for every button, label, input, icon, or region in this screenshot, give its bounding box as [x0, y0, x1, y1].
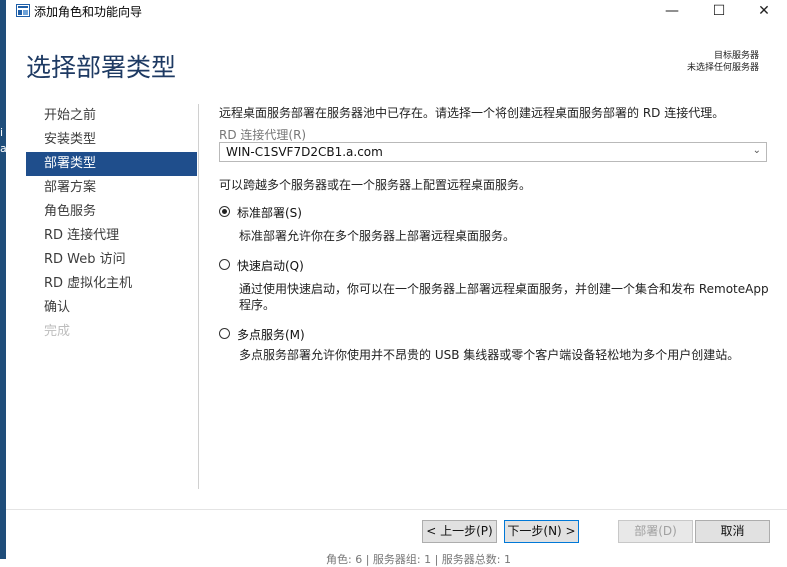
nav-step-rd-web-access[interactable]: RD Web 访问	[26, 248, 197, 272]
footer-divider	[6, 509, 787, 510]
nav-step-rd-virtualization-host[interactable]: RD 虚拟化主机	[26, 272, 197, 296]
nav-step-deployment-type[interactable]: 部署类型	[26, 152, 197, 176]
server-manager-icon	[16, 4, 30, 17]
chevron-down-icon[interactable]: ⌄	[753, 145, 761, 156]
radio-multipoint-services[interactable]	[219, 328, 230, 339]
broker-select-value: WIN-C1SVF7D2CB1.a.com	[226, 145, 383, 159]
nav-step-before-you-begin[interactable]: 开始之前	[26, 104, 197, 128]
wizard-step-nav: 开始之前 安装类型 部署类型 部署方案 角色服务 RD 连接代理 RD Web …	[26, 104, 197, 344]
desc-standard-deployment: 标准部署允许你在多个服务器上部署远程桌面服务。	[239, 229, 516, 243]
radio-standard-deployment[interactable]	[219, 206, 230, 217]
next-button[interactable]: 下一步(N) >	[504, 520, 579, 543]
radio-label-multipoint[interactable]: 多点服务(M)	[237, 326, 305, 343]
nav-step-confirmation[interactable]: 确认	[26, 296, 197, 320]
window-title: 添加角色和功能向导	[34, 5, 143, 19]
radio-label-quick-start[interactable]: 快速启动(Q)	[237, 257, 304, 274]
radio-quick-start[interactable]	[219, 259, 230, 270]
intro-text: 远程桌面服务部署在服务器池中已存在。请选择一个将创建远程桌面服务部署的 RD 连…	[219, 106, 725, 120]
desc-quick-start: 通过使用快速启动，你可以在一个服务器上部署远程桌面服务，并创建一个集合和发布 R…	[239, 282, 769, 312]
configuration-hint: 可以跨越多个服务器或在一个服务器上配置远程桌面服务。	[219, 178, 532, 192]
page-title: 选择部署类型	[26, 53, 177, 82]
radio-label-standard[interactable]: 标准部署(S)	[237, 204, 302, 221]
desc-multipoint-services: 多点服务部署允许你使用并不昂贵的 USB 集线器或零个客户端设备轻松地为多个用户…	[239, 348, 740, 362]
nav-step-rd-connection-broker[interactable]: RD 连接代理	[26, 224, 197, 248]
nav-step-deployment-scenario[interactable]: 部署方案	[26, 176, 197, 200]
nav-step-installation-type[interactable]: 安装类型	[26, 128, 197, 152]
destination-server: 目标服务器 未选择任何服务器	[687, 50, 759, 74]
destination-label: 目标服务器	[713, 51, 759, 61]
wizard-window: 添加角色和功能向导 — ☐ ✕ 选择部署类型 目标服务器 未选择任何服务器 开始…	[6, 0, 787, 566]
maximize-button[interactable]: ☐	[696, 0, 742, 22]
background-status-text: 角色: 6 | 服务器组: 1 | 服务器总数: 1	[326, 553, 512, 566]
deploy-button: 部署(D)	[618, 520, 693, 543]
vertical-divider	[198, 104, 199, 489]
broker-select[interactable]: WIN-C1SVF7D2CB1.a.com ⌄	[219, 142, 767, 162]
minimize-button[interactable]: —	[649, 0, 695, 22]
title-bar: 添加角色和功能向导 — ☐ ✕	[6, 0, 787, 22]
cancel-button[interactable]: 取消	[695, 520, 770, 543]
nav-step-role-services[interactable]: 角色服务	[26, 200, 197, 224]
previous-button[interactable]: < 上一步(P)	[422, 520, 497, 543]
broker-field-label: RD 连接代理(R)	[219, 128, 307, 142]
close-button[interactable]: ✕	[741, 0, 787, 22]
destination-value: 未选择任何服务器	[686, 63, 759, 73]
nav-step-completion: 完成	[44, 324, 71, 339]
